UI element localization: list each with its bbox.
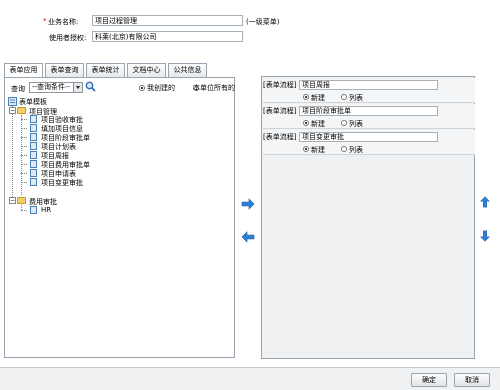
tree-connector bbox=[21, 182, 27, 183]
tree-connector bbox=[21, 173, 27, 174]
tree-root-label[interactable]: 表单模板 bbox=[19, 97, 47, 107]
radio-list[interactable] bbox=[341, 146, 347, 152]
radio-list-label: 列表 bbox=[349, 120, 363, 128]
radio-new-label: 新建 bbox=[311, 146, 325, 154]
cancel-button[interactable]: 取消 bbox=[454, 373, 490, 387]
form-icon bbox=[30, 151, 37, 159]
radio-list[interactable] bbox=[341, 94, 347, 100]
move-down-icon[interactable] bbox=[478, 230, 492, 242]
form-icon bbox=[30, 206, 37, 214]
radio-list[interactable] bbox=[341, 120, 347, 126]
business-name-input[interactable]: 项目过程管理 bbox=[92, 15, 243, 26]
tree-connector bbox=[21, 128, 27, 129]
query-label: 查询 bbox=[11, 85, 25, 93]
radio-new[interactable] bbox=[303, 146, 309, 152]
tree-connector bbox=[21, 146, 27, 147]
radio-new[interactable] bbox=[303, 120, 309, 126]
search-icon[interactable] bbox=[85, 81, 96, 92]
chevron-down-icon bbox=[73, 83, 82, 92]
tree-connector bbox=[21, 119, 27, 120]
form-icon bbox=[30, 169, 37, 177]
move-right-icon[interactable] bbox=[241, 198, 255, 210]
tree-connector bbox=[21, 137, 27, 138]
radio-list-label: 列表 bbox=[349, 146, 363, 154]
tree-connector bbox=[12, 106, 13, 201]
radio-new-label: 新建 bbox=[311, 94, 325, 102]
form-type-label: [表单流程] bbox=[263, 81, 297, 89]
folder-icon bbox=[17, 197, 26, 204]
collapse-icon[interactable]: − bbox=[9, 197, 16, 204]
ok-button[interactable]: 确定 bbox=[411, 373, 447, 387]
tree-connector bbox=[21, 210, 27, 211]
move-left-icon[interactable] bbox=[241, 231, 255, 243]
template-tree-panel: 查询 --查询条件-- 我创建的 本单位所有的 表单模板 − 项目管理 项目验收… bbox=[4, 77, 235, 358]
tab-public-info[interactable]: 公共信息 bbox=[168, 63, 207, 77]
auth-label: 使用者授权: bbox=[49, 34, 87, 42]
query-condition-value: --查询条件-- bbox=[32, 83, 71, 91]
tab-form-query[interactable]: 表单查询 bbox=[45, 63, 84, 77]
form-name-field[interactable]: 项目变更审批 bbox=[299, 132, 438, 142]
form-icon bbox=[30, 160, 37, 168]
footer-bar: 确定 取消 bbox=[0, 367, 500, 390]
folder-icon bbox=[17, 107, 26, 114]
tree-connector bbox=[21, 164, 27, 165]
tab-form-stats[interactable]: 表单统计 bbox=[86, 63, 125, 77]
form-icon bbox=[30, 124, 37, 132]
tree-connector bbox=[21, 155, 27, 156]
form-icon bbox=[30, 142, 37, 150]
selected-form-row[interactable]: [表单流程] 项目周报 新建 列表 bbox=[263, 78, 475, 103]
tree-item[interactable]: HR bbox=[41, 206, 51, 214]
radio-new[interactable] bbox=[303, 94, 309, 100]
radio-mine[interactable] bbox=[139, 85, 145, 91]
radio-mine-label: 我创建的 bbox=[147, 84, 175, 92]
tree-item[interactable]: 项目变更审批 bbox=[41, 178, 83, 188]
radio-new-label: 新建 bbox=[311, 120, 325, 128]
collapse-icon[interactable]: − bbox=[9, 107, 16, 114]
form-type-label: [表单流程] bbox=[263, 107, 297, 115]
move-up-icon[interactable] bbox=[478, 196, 492, 208]
form-name-field[interactable]: 项目阶段审批单 bbox=[299, 106, 438, 116]
form-icon bbox=[30, 178, 37, 186]
form-icon bbox=[30, 115, 37, 123]
query-condition-select[interactable]: --查询条件-- bbox=[29, 82, 83, 93]
business-name-hint: (一级菜单) bbox=[246, 18, 280, 26]
tree-root-icon bbox=[8, 97, 17, 106]
form-icon bbox=[30, 133, 37, 141]
radio-list-label: 列表 bbox=[349, 94, 363, 102]
name-required-mark: * bbox=[43, 17, 47, 25]
business-name-label: 业务名称: bbox=[48, 18, 79, 26]
tab-form-app[interactable]: 表单应用 bbox=[4, 63, 43, 78]
tab-doc-center[interactable]: 文档中心 bbox=[127, 63, 166, 77]
selected-form-row[interactable]: [表单流程] 项目阶段审批单 新建 列表 bbox=[263, 104, 475, 129]
auth-input[interactable]: 科莱(北京)有限公司 bbox=[92, 31, 243, 42]
form-type-label: [表单流程] bbox=[263, 133, 297, 141]
radio-unit-label: 本单位所有的 bbox=[193, 84, 235, 92]
selected-forms-panel: [表单流程] 项目周报 新建 列表 [表单流程] 项目阶段审批单 新建 列表 [… bbox=[261, 76, 475, 359]
form-name-field[interactable]: 项目周报 bbox=[299, 80, 438, 90]
selected-form-row[interactable]: [表单流程] 项目变更审批 新建 列表 bbox=[263, 130, 475, 155]
